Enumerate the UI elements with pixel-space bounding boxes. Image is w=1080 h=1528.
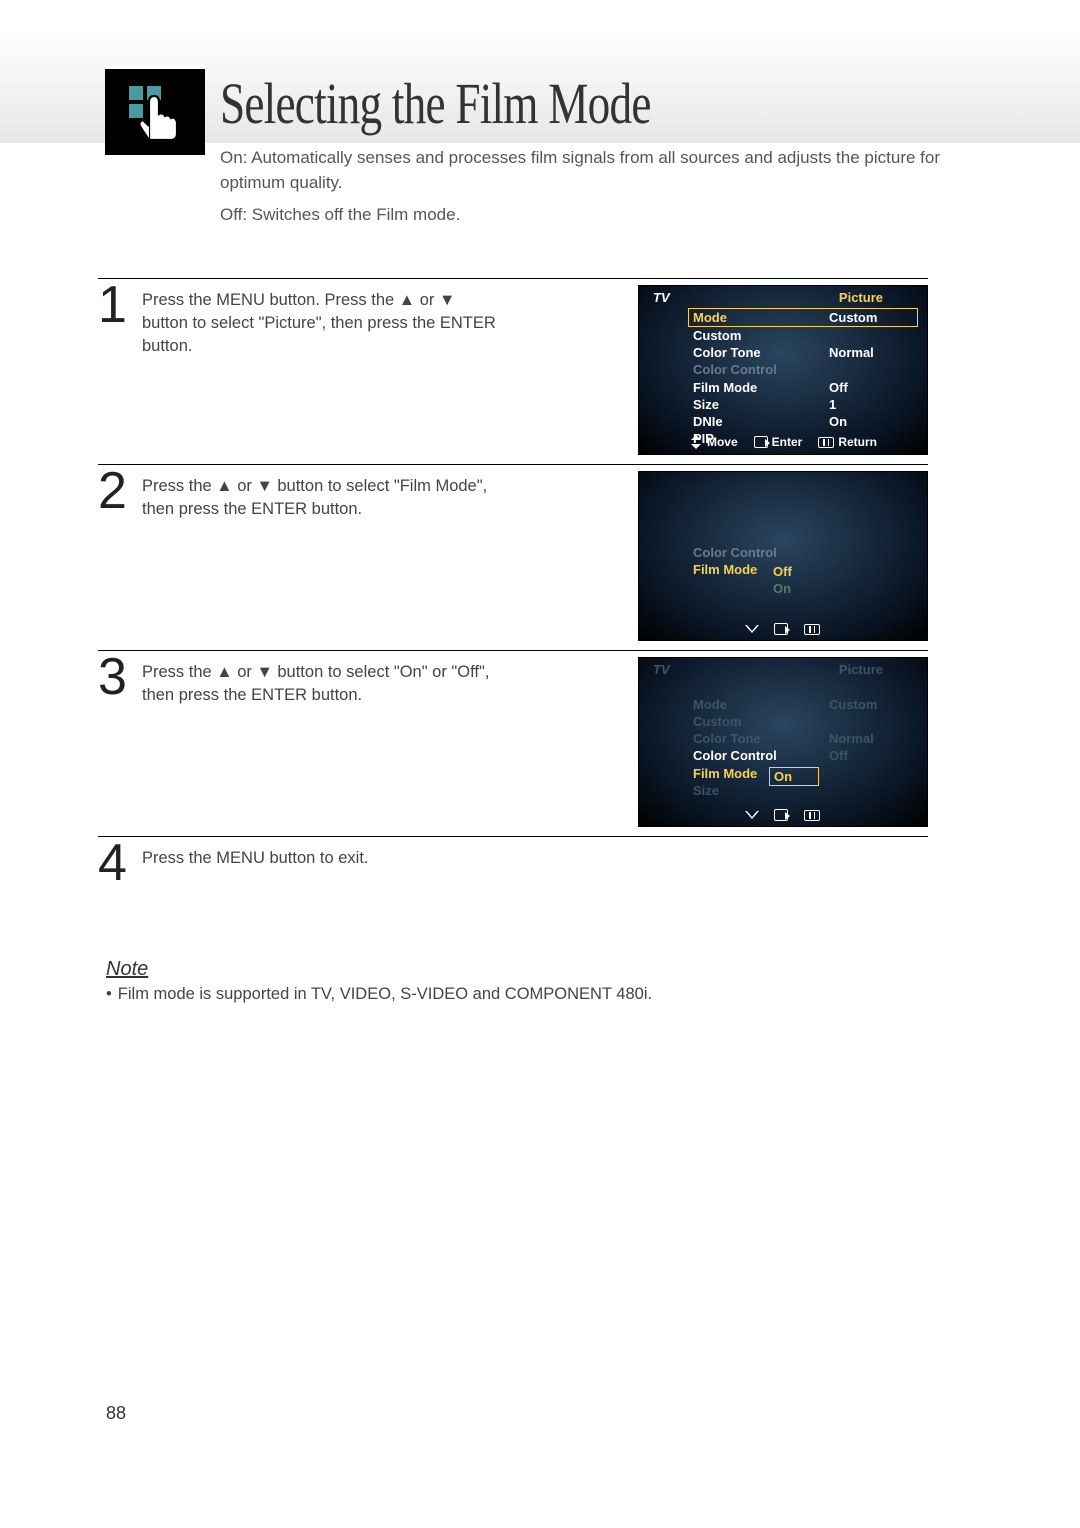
osd-row-label: Color Control xyxy=(693,362,777,378)
osd-row: Color Control Off xyxy=(689,748,917,765)
osd-hint-return xyxy=(804,623,820,635)
osd-row-label: Mode xyxy=(693,697,727,713)
down-icon xyxy=(746,626,758,633)
osd-row-label: Film Mode xyxy=(693,766,757,782)
osd-screenshot-1: TV Picture ModeCustomCustomColor ToneNor… xyxy=(638,285,928,455)
osd-row-label: Color Control xyxy=(693,545,777,561)
step-text: Press the MENU button. Press the ▲ or ▼ … xyxy=(142,279,517,464)
step-4: 4 Press the MENU button to exit. xyxy=(98,836,928,916)
enter-icon xyxy=(774,809,788,821)
osd-row-value xyxy=(829,328,897,344)
step-2: 2 Press the ▲ or ▼ button to select "Fil… xyxy=(98,464,928,650)
osd-row-value: On xyxy=(829,414,897,430)
note-block: Note •Film mode is supported in TV, VIDE… xyxy=(106,958,652,1004)
osd-row-label: Size xyxy=(693,783,719,799)
step-3: 3 Press the ▲ or ▼ button to select "On"… xyxy=(98,650,928,836)
osd-row-label: Color Tone xyxy=(693,345,761,361)
osd-screenshot-3: TV Picture ModeCustomCustomColor ToneNor… xyxy=(638,657,928,827)
osd-row-value: Normal xyxy=(829,345,897,361)
osd-row-label: Color Tone xyxy=(693,731,761,747)
osd-row-label: DNIe xyxy=(693,414,723,430)
step-1: 1 Press the MENU button. Press the ▲ or … xyxy=(98,278,928,464)
osd-row: DNIe On xyxy=(689,414,917,431)
osd-row-value: Custom xyxy=(829,310,897,326)
page-title: Selecting the Film Mode xyxy=(220,70,651,137)
osd-row-label: Custom xyxy=(693,714,741,730)
return-icon xyxy=(804,624,820,635)
osd-hint-return xyxy=(804,809,820,821)
intro-off-line: Off: Switches off the Film mode. xyxy=(220,203,940,228)
return-icon xyxy=(818,437,834,448)
osd-row: Custom xyxy=(689,713,917,730)
page-number: 88 xyxy=(106,1403,126,1424)
osd-row: Mode Custom xyxy=(688,308,918,327)
steps-list: 1 Press the MENU button. Press the ▲ or … xyxy=(98,278,928,916)
osd-row-label: Custom xyxy=(693,328,741,344)
intro-text: On: Automatically senses and processes f… xyxy=(220,146,940,228)
down-icon xyxy=(746,812,758,819)
osd-row-value xyxy=(829,766,897,782)
osd-row-value xyxy=(829,714,897,730)
page-logo xyxy=(105,65,205,155)
enter-icon xyxy=(754,436,768,448)
osd-hint-move: Move xyxy=(689,435,738,449)
step-text: Press the ▲ or ▼ button to select "Film … xyxy=(142,465,517,650)
osd-row-value xyxy=(829,545,897,561)
osd-row: Mode Custom xyxy=(689,696,917,713)
osd-hint-move xyxy=(746,809,758,821)
osd-tv-label: TV xyxy=(653,662,670,677)
osd-row-value: Normal xyxy=(829,731,897,747)
return-icon xyxy=(804,810,820,821)
osd-option: On xyxy=(769,580,927,598)
osd-hint-enter: Enter xyxy=(754,435,803,449)
step-number: 2 xyxy=(98,465,142,650)
osd-hint-enter xyxy=(774,623,788,635)
osd-row: Custom xyxy=(689,327,917,344)
hand-press-icon xyxy=(127,84,185,142)
osd-row-value: 1 xyxy=(829,397,897,413)
osd-row-value xyxy=(829,362,897,378)
osd-row-label: Film Mode xyxy=(693,562,757,578)
note-body: •Film mode is supported in TV, VIDEO, S-… xyxy=(106,985,652,1004)
osd-row-label: Mode xyxy=(693,310,727,326)
step-number: 1 xyxy=(98,279,142,464)
osd-option-selected: On xyxy=(769,767,819,787)
osd-screenshot-2: .. Color ControlFilm Mode OffOn xyxy=(638,471,928,641)
step-text: Press the ▲ or ▼ button to select "On" o… xyxy=(142,651,517,836)
osd-menu-title: Picture xyxy=(839,290,883,305)
osd-row-label: Color Control xyxy=(693,748,777,764)
osd-row-value: Off xyxy=(829,748,897,764)
osd-row: Color Tone Normal xyxy=(689,731,917,748)
osd-row: Film Mode Off xyxy=(689,379,917,396)
note-title: Note xyxy=(106,958,652,981)
osd-row-value xyxy=(829,783,897,799)
step-number: 3 xyxy=(98,651,142,836)
step-text: Press the MENU button to exit. xyxy=(142,837,517,916)
osd-row: Size 1 xyxy=(689,396,917,413)
osd-row-label: Film Mode xyxy=(693,380,757,396)
step-number: 4 xyxy=(98,837,142,916)
intro-on-line: On: Automatically senses and processes f… xyxy=(220,146,940,195)
updown-icon xyxy=(689,435,703,449)
osd-row-value: Off xyxy=(829,380,897,396)
osd-row: Color Tone Normal xyxy=(689,345,917,362)
osd-row-label: Size xyxy=(693,397,719,413)
osd-hint-enter xyxy=(774,809,788,821)
enter-icon xyxy=(774,623,788,635)
osd-hint-return: Return xyxy=(818,435,877,449)
osd-row: Color Control xyxy=(689,362,917,379)
osd-menu-title: Picture xyxy=(839,662,883,677)
osd-tv-label: TV xyxy=(653,290,670,305)
osd-hint-move xyxy=(746,623,758,635)
osd-row-value xyxy=(829,562,897,578)
osd-row: Color Control xyxy=(689,544,917,561)
osd-row-value: Custom xyxy=(829,697,897,713)
